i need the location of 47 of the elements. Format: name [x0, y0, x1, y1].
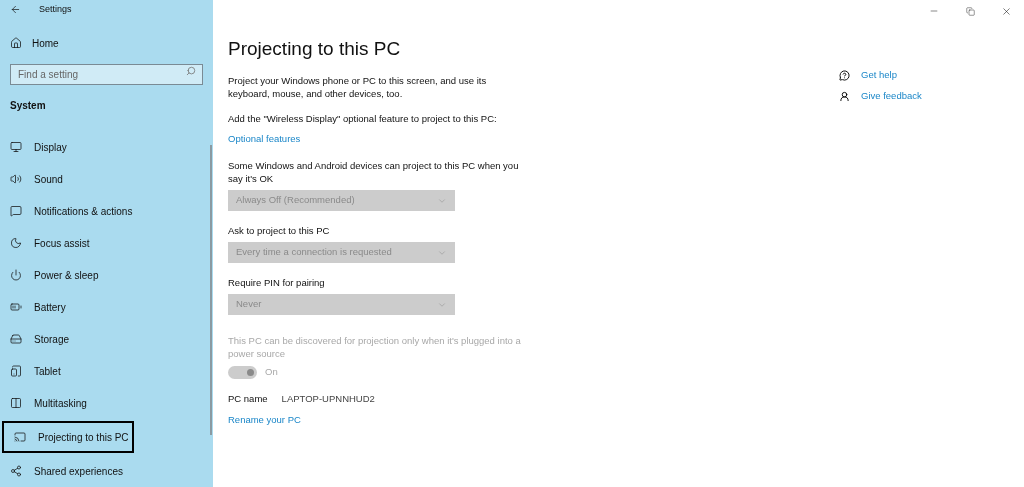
back-icon[interactable]: [10, 3, 21, 15]
share-icon: [10, 465, 22, 477]
restore-icon: [965, 6, 975, 16]
drive-icon: [10, 333, 22, 345]
nav-item[interactable]: Focus assist: [0, 227, 213, 259]
rename-link[interactable]: Rename your PC: [228, 412, 301, 427]
nav-item[interactable]: Tablet: [0, 355, 213, 387]
nav-item[interactable]: Battery: [0, 291, 213, 323]
tablet-icon: [10, 365, 22, 377]
search-field[interactable]: Find a setting: [10, 64, 203, 85]
page-title: Projecting to this PC: [228, 37, 402, 61]
moon-icon: [10, 237, 22, 249]
person-icon: [839, 90, 850, 102]
search-icon: [186, 66, 196, 76]
speaker-icon: [10, 173, 22, 185]
intro-text: Project your Windows phone or PC to this screen, and use its keyboard, mouse, and other devices, too.: [228, 73, 488, 100]
power-icon: [10, 269, 22, 281]
home-link[interactable]: Home: [0, 34, 213, 52]
battery-icon: [10, 301, 22, 313]
optional-features-link[interactable]: Optional features: [228, 131, 833, 146]
power-note: This PC can be discovered for projection only when it's plugged into a power source: [228, 334, 522, 360]
help-link[interactable]: Get help: [839, 68, 922, 83]
help-icon: [839, 69, 850, 81]
dropdown-label: Some Windows and Android devices can project to this PC when you say it's OK: [228, 159, 520, 185]
nav-item[interactable]: Display: [0, 131, 213, 163]
nav-item[interactable]: Storage: [0, 323, 213, 355]
monitor-icon: [10, 141, 22, 153]
home-icon: [10, 37, 22, 50]
columns-icon: [10, 397, 22, 409]
message-icon: [10, 205, 22, 217]
feature-note: Add the "Wireless Display" optional feature to project to this PC:: [228, 111, 498, 126]
window-title: Settings: [39, 2, 72, 16]
nav-item[interactable]: Sound: [0, 163, 213, 195]
nav-item[interactable]: Projecting to this PC: [2, 421, 134, 453]
nav-item[interactable]: Notifications & actions: [0, 195, 213, 227]
dropdown-label: Ask to project to this PC: [228, 224, 331, 237]
toggle-label: On: [265, 365, 278, 379]
nav-item[interactable]: Shared experiences: [0, 455, 213, 487]
section-heading: System: [9, 99, 47, 113]
dropdown-label: Require PIN for pairing: [228, 276, 326, 289]
pc-name-value: LAPTOP-UPNNHUD2: [281, 392, 375, 407]
close-icon: [1000, 5, 1012, 17]
pc-name-label: PC name: [228, 392, 268, 407]
nav-item[interactable]: Multitasking: [0, 387, 213, 419]
cast-icon: [14, 431, 26, 443]
feedback-link[interactable]: Give feedback: [839, 89, 922, 104]
nav-item[interactable]: Power & sleep: [0, 259, 213, 291]
